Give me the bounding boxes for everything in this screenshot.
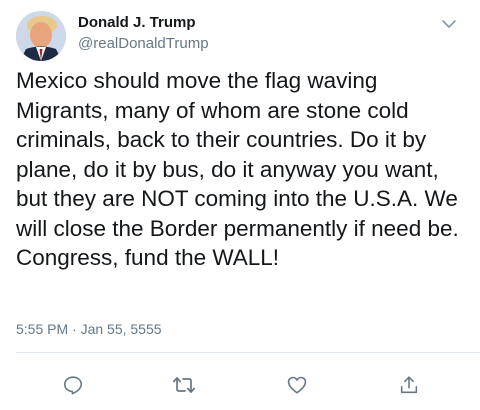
heart-icon <box>287 376 307 394</box>
tweet-text: Mexico should move the flag waving Migra… <box>16 68 459 270</box>
action-bar <box>0 370 480 400</box>
avatar[interactable] <box>16 11 66 61</box>
timestamp[interactable]: 5:55 PM · Jan 55, 5555 <box>16 321 162 337</box>
share-icon <box>400 376 418 394</box>
avatar-image <box>16 11 66 61</box>
like-button[interactable] <box>282 370 312 400</box>
retweet-icon <box>172 377 196 393</box>
chevron-down-icon[interactable] <box>441 17 457 29</box>
divider <box>16 352 480 353</box>
share-button[interactable] <box>394 370 424 400</box>
reply-button[interactable] <box>58 370 88 400</box>
reply-icon <box>63 376 83 395</box>
handle[interactable]: @realDonaldTrump <box>78 35 209 52</box>
tweet-card: Donald J. Trump @realDonaldTrump Mexico … <box>0 0 480 410</box>
display-name[interactable]: Donald J. Trump <box>78 14 196 31</box>
retweet-button[interactable] <box>169 370 199 400</box>
